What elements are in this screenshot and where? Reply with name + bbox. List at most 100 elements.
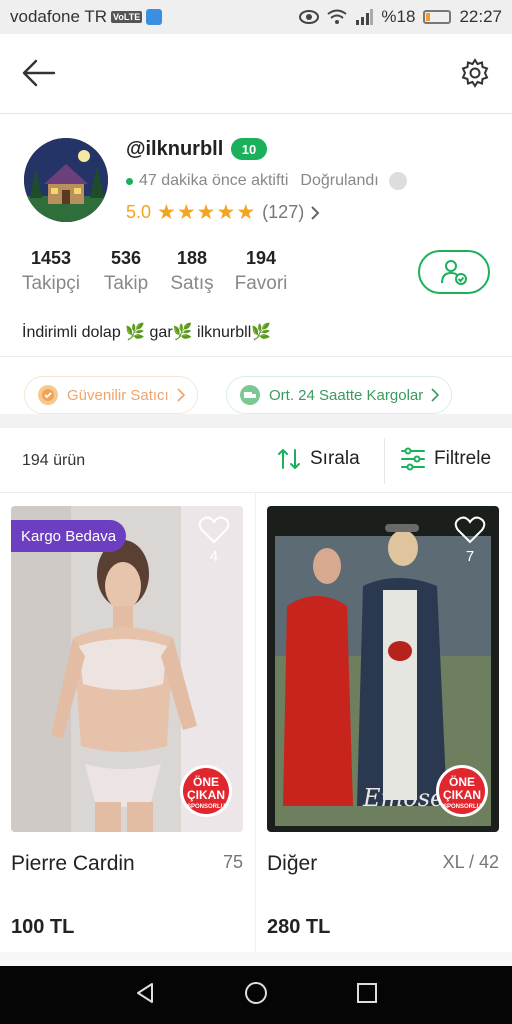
app-notification-icon — [146, 9, 163, 25]
filter-sliders-icon — [401, 447, 425, 471]
favorites-count: 194 — [245, 248, 277, 268]
username: @ilknurbll — [126, 138, 224, 160]
chevron-right-icon — [177, 388, 185, 402]
online-dot-icon — [126, 177, 133, 185]
svg-text:SPONSORLU: SPONSORLU — [187, 804, 225, 810]
svg-text:SPONSORLU: SPONSORLU — [443, 804, 481, 810]
back-arrow-icon — [22, 59, 56, 87]
shipping-truck-icon — [240, 385, 260, 405]
activity-status: 47 dakika önce aktifti Doğrulandı — [126, 172, 407, 190]
verified-text: Doğrulandı — [300, 172, 379, 189]
trusted-seller-label: Güvenilir Satıcı — [67, 386, 169, 404]
fast-shipping-label: Ort. 24 Saatte Kargolar — [269, 386, 424, 404]
circle-home-icon — [245, 981, 267, 1004]
product-brand: Diğer — [267, 852, 318, 875]
medal-icon — [38, 385, 58, 405]
following-label: Takip — [103, 273, 149, 294]
svg-text:ÖNE: ÖNE — [193, 774, 219, 789]
settings-button[interactable] — [460, 58, 490, 88]
toolbar-separator — [384, 438, 385, 484]
svg-text:ÇIKAN: ÇIKAN — [187, 788, 225, 802]
system-recents-button[interactable] — [356, 982, 378, 1009]
avatar-image — [24, 138, 108, 222]
follow-user-icon — [441, 260, 467, 285]
row-separator — [0, 952, 512, 966]
favorite-count: 7 — [465, 548, 475, 565]
sort-arrows-icon — [278, 449, 300, 469]
signal-icon — [356, 9, 374, 25]
favorites-label: Favori — [234, 273, 288, 294]
stat-following[interactable]: 536 Takip — [100, 248, 152, 295]
sales-label: Satış — [170, 273, 214, 294]
product-size: XL / 42 — [442, 852, 499, 872]
sales-count: 188 — [176, 248, 208, 268]
verified-icon — [388, 172, 407, 190]
system-navigation-bar — [0, 966, 512, 1024]
avatar[interactable] — [24, 138, 108, 222]
square-recents-icon — [357, 982, 377, 1003]
column-separator — [255, 492, 256, 966]
sort-label: Sırala — [310, 448, 360, 469]
filter-button[interactable]: Filtrele — [400, 446, 491, 472]
sponsored-icon: ÖNE ÇIKAN SPONSORLU — [436, 765, 488, 817]
svg-text:ÇIKAN: ÇIKAN — [443, 788, 481, 802]
seller-level-badge: 10 — [231, 138, 267, 160]
back-button[interactable] — [22, 58, 56, 88]
heart-icon — [198, 516, 230, 544]
rating-count: (127) — [262, 202, 305, 222]
followers-count: 1453 — [30, 248, 72, 268]
product-price: 280 TL — [267, 916, 331, 938]
filter-label: Filtrele — [434, 448, 492, 469]
stat-favorites[interactable]: 194 Favori — [232, 248, 290, 295]
product-image[interactable]: Emose 7 ÖNE ÇIKAN SPONSORLU — [267, 506, 499, 832]
rating-value: 5.0 — [126, 202, 152, 222]
svg-text:Emose: Emose — [362, 784, 444, 812]
product-card[interactable]: Kargo Bedava 4 ÖNE ÇIKAN SPONSORLU Pierr… — [11, 506, 243, 938]
followers-label: Takipçi — [21, 273, 81, 294]
stat-sales[interactable]: 188 Satış — [166, 248, 218, 295]
free-shipping-badge: Kargo Bedava — [11, 520, 127, 552]
sort-button[interactable]: Sırala — [276, 446, 360, 472]
carrier-name: vodafone TR — [10, 7, 108, 26]
last-active-text: 47 dakika önce aktifti — [139, 172, 289, 189]
divider — [0, 492, 512, 493]
rating-stars-icon: ★★★★★ — [157, 201, 257, 224]
battery-percent: %18 — [381, 7, 416, 26]
product-image[interactable]: Kargo Bedava 4 ÖNE ÇIKAN SPONSORLU — [11, 506, 243, 832]
system-back-button[interactable] — [134, 982, 156, 1009]
product-size: 75 — [222, 852, 243, 872]
chevron-right-icon — [431, 388, 440, 402]
svg-text:ÖNE: ÖNE — [449, 774, 475, 789]
sponsored-badge: ÖNE ÇIKAN SPONSORLU — [179, 764, 233, 818]
divider — [0, 356, 512, 357]
chevron-right-icon — [311, 205, 320, 220]
stat-followers[interactable]: 1453 Takipçi — [20, 248, 82, 295]
follow-button[interactable] — [418, 250, 490, 294]
system-home-button[interactable] — [244, 981, 268, 1010]
trusted-seller-badge[interactable]: Güvenilir Satıcı — [24, 376, 198, 414]
favorite-button[interactable]: 4 — [197, 516, 231, 565]
profile-bio: İndirimli dolap 🌿 gar🌿 ilknurbll🌿 — [22, 324, 272, 341]
volte-icon: VoLTE — [111, 11, 143, 23]
top-navigation — [0, 34, 512, 114]
sponsored-badge: ÖNE ÇIKAN SPONSORLU — [435, 764, 489, 818]
rating-row[interactable]: 5.0 ★★★★★ (127) — [126, 200, 320, 225]
favorite-count: 4 — [209, 548, 219, 565]
status-bar: vodafone TR VoLTE %18 22:27 — [0, 0, 512, 34]
battery-icon — [423, 10, 452, 24]
favorite-button[interactable]: 7 — [453, 516, 487, 565]
following-count: 536 — [110, 248, 142, 268]
product-card[interactable]: Emose 7 ÖNE ÇIKAN SPONSORLU Diğer XL / 4… — [267, 506, 499, 938]
triangle-back-icon — [137, 982, 153, 1003]
gear-icon — [461, 58, 489, 88]
eye-icon — [299, 10, 320, 24]
sponsored-icon: ÖNE ÇIKAN SPONSORLU — [180, 765, 232, 817]
product-price: 100 TL — [11, 916, 75, 938]
heart-icon — [454, 516, 486, 544]
wifi-icon — [327, 9, 348, 24]
fast-shipping-badge[interactable]: Ort. 24 Saatte Kargolar — [226, 376, 453, 414]
product-brand: Pierre Cardin — [11, 852, 135, 875]
clock: 22:27 — [459, 7, 502, 26]
section-divider — [0, 414, 512, 428]
product-count: 194 ürün — [22, 452, 86, 469]
